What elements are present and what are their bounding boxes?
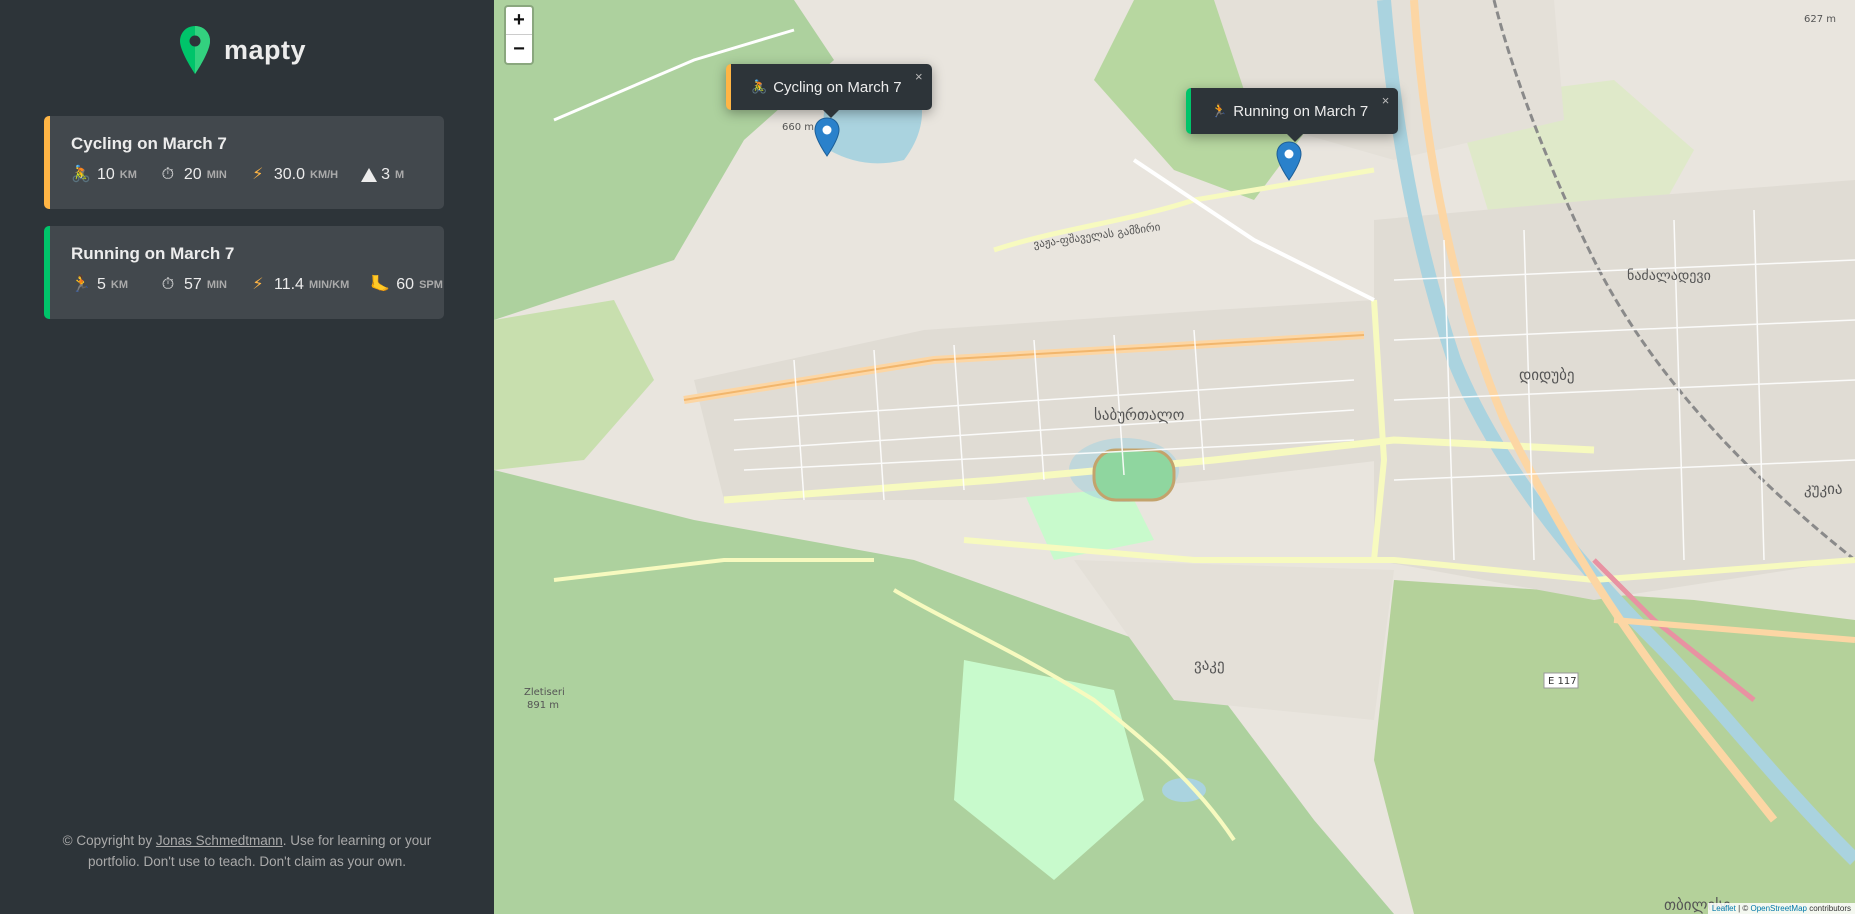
cadence-value: 60 (396, 276, 415, 293)
speed-value: 30.0 (273, 166, 306, 183)
workout-details: 🏃 5 km ⏱ 57 min ⚡ 11.4 min/km 🦶 60 spm (71, 275, 444, 295)
map-attribution: Leaflet | © OpenStreetMap contributors (1707, 903, 1855, 914)
distance-unit: km (119, 169, 137, 181)
map-label-saburtalo: საბურთალო (1094, 406, 1185, 424)
map-marker-running[interactable] (1276, 141, 1302, 181)
duration-value: 20 (183, 166, 202, 183)
popup-running[interactable]: 🏃 Running on March 7 × (1186, 88, 1399, 142)
app-name: mapty (224, 34, 307, 65)
elevation-value: 3 (381, 166, 391, 183)
leaflet-link[interactable]: Leaflet (1712, 904, 1736, 913)
copyright-prefix: © Copyright by (62, 833, 156, 848)
workout-duration: ⏱ 20 min (158, 165, 227, 185)
workout-details: 🚴 10 km ⏱ 20 min ⚡ 30.0 km/h 3 m (71, 165, 444, 185)
lightning-icon: ⚡ (252, 166, 264, 183)
pace-value: 11.4 (273, 276, 304, 293)
map-label-didube: დიდუბე (1519, 366, 1575, 384)
map-label-elev-627: 627 m (1804, 14, 1836, 25)
map-pin-logo-icon (180, 26, 210, 74)
logo: mapty (178, 24, 306, 76)
duration-unit: min (206, 169, 227, 181)
pace-unit: min/km (308, 279, 350, 291)
duration-value: 57 (184, 276, 202, 293)
distance-unit: km (110, 279, 129, 291)
elevation-unit: m (395, 169, 405, 181)
workout-distance: 🏃 5 km (71, 275, 128, 295)
workout-speed: ⚡ 30.0 km/h (248, 165, 338, 185)
map-label-zletiseri: Zletiseri (524, 687, 565, 698)
cadence-unit: spm (419, 279, 443, 291)
workout-pace: ⚡ 11.4 min/km (248, 275, 349, 295)
workout-title: Running on March 7 (71, 244, 235, 263)
lightning-icon: ⚡ (252, 276, 264, 293)
map-label-kukia: კუკია (1804, 480, 1843, 498)
osm-link[interactable]: OpenStreetMap (1750, 904, 1806, 913)
attribution-separator: | © (1735, 904, 1751, 913)
speed-unit: km/h (310, 169, 339, 181)
duration-unit: min (206, 279, 227, 291)
copyright: © Copyright by Jonas Schmedtmann. Use fo… (54, 830, 440, 872)
close-icon[interactable]: × (1382, 93, 1390, 108)
workout-distance: 🚴 10 km (71, 165, 137, 185)
author-link[interactable]: Jonas Schmedtmann (156, 833, 283, 848)
popup-label: Running on March 7 (1233, 102, 1369, 120)
sidebar: mapty Cycling on March 7 🚴 10 km ⏱ 20 mi… (0, 0, 494, 914)
map-marker-cycling[interactable] (814, 117, 840, 157)
workout-elevation: 3 m (359, 165, 404, 185)
map-tiles[interactable]: საბურთალო ვაკე დიდუბე კუკია თბილისი ნაძა… (494, 0, 1855, 914)
close-icon[interactable]: × (915, 69, 923, 84)
map-label-nadzaladevi: ნაძალადევი (1627, 268, 1711, 284)
zoom-control: + − (504, 5, 534, 65)
workout-cadence: 🦶 60 spm (370, 275, 443, 295)
map-label-vake: ვაკე (1194, 656, 1225, 674)
attribution-rest: contributors (1806, 904, 1851, 913)
workout-title: Cycling on March 7 (71, 134, 227, 153)
runner-icon: 🏃 (71, 276, 91, 293)
distance-value: 10 (97, 166, 115, 183)
bicycle-icon: 🚴 (751, 79, 768, 94)
bicycle-icon: 🚴 (71, 166, 91, 183)
map-label-e117: E 117 (1548, 676, 1577, 687)
stopwatch-icon: ⏱ (161, 166, 175, 183)
workout-item-cycling[interactable]: Cycling on March 7 🚴 10 km ⏱ 20 min ⚡ 30… (44, 116, 444, 209)
workout-item-running[interactable]: Running on March 7 🏃 5 km ⏱ 57 min ⚡ 11.… (44, 226, 444, 319)
workout-duration: ⏱ 57 min (158, 275, 227, 295)
map-label-elev-891: 891 m (527, 700, 559, 711)
distance-value: 5 (97, 276, 106, 293)
foot-icon: 🦶 (370, 276, 391, 293)
stopwatch-icon: ⏱ (161, 276, 175, 293)
popup-label: Cycling on March 7 (773, 78, 902, 96)
mountain-icon (359, 165, 379, 185)
runner-icon: 🏃 (1211, 103, 1228, 118)
popup-cycling[interactable]: 🚴 Cycling on March 7 × (726, 64, 932, 118)
map[interactable]: საბურთალო ვაკე დიდუბე კუკია თბილისი ნაძა… (494, 0, 1855, 914)
map-label-elev-660: 660 m (782, 122, 814, 133)
zoom-in-button[interactable]: + (506, 7, 532, 35)
zoom-out-button[interactable]: − (506, 35, 532, 63)
